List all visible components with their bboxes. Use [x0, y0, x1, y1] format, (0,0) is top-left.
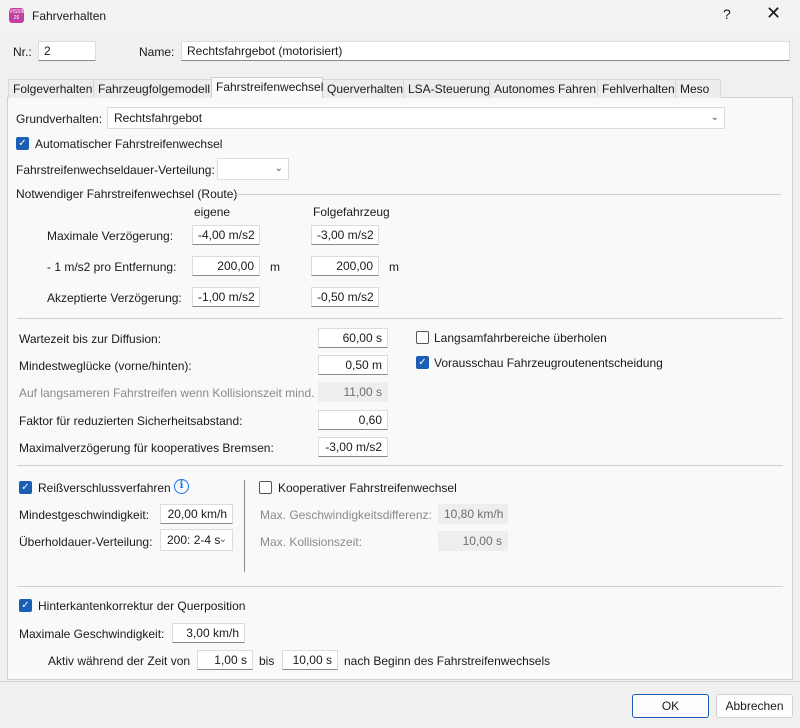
wartezeit-label: Wartezeit bis zur Diffusion: — [19, 332, 162, 346]
wartezeit-field[interactable]: 60,00 s — [318, 328, 388, 348]
name-label: Name: — [139, 45, 175, 59]
close-button[interactable]: ✕ — [766, 3, 781, 24]
kollisionszeit-field: 10,00 s — [438, 531, 508, 551]
akzeptierte-verzoegerung-label: Akzeptierte Verzögerung: — [47, 291, 182, 305]
geschw-differenz-field: 10,80 km/h — [438, 504, 508, 524]
separator — [17, 465, 783, 466]
name-field[interactable]: Rechtsfahrgebot (motorisiert) — [181, 41, 790, 61]
kollisionszeit-label: Max. Kollisionszeit: — [260, 535, 363, 549]
nr-label: Nr.: — [13, 45, 32, 59]
entfernung-eigene-field[interactable]: 200,00 — [192, 256, 260, 276]
tab-fehlverhalten[interactable]: Fehlverhalten — [597, 79, 676, 98]
chevron-down-icon: ⌄ — [710, 112, 719, 123]
grundverhalten-select[interactable]: Rechtsfahrgebot ⌄ — [107, 107, 725, 129]
chevron-down-icon: ⌄ — [274, 163, 283, 174]
dauer-verteilung-select[interactable]: ⌄ — [217, 158, 289, 180]
sicherheitsabstand-field[interactable]: 0,60 — [318, 410, 388, 430]
tab-lsa-steuerung[interactable]: LSA-Steuerung — [403, 79, 490, 98]
separator — [17, 318, 783, 319]
geschw-differenz-label: Max. Geschwindigkeitsdifferenz: — [260, 508, 432, 522]
langsamer-fahrstreifen-field: 11,00 s — [318, 382, 388, 402]
chevron-down-icon: ⌄ — [218, 534, 227, 545]
aktiv-von-field[interactable]: 1,00 s — [197, 650, 253, 670]
entfernung-eigene-unit: m — [270, 260, 280, 274]
auto-lane-change-checkbox[interactable]: ✓ — [16, 137, 29, 150]
sicherheitsabstand-label: Faktor für reduzierten Sicherheitsabstan… — [19, 414, 243, 428]
kooperativ-label: Kooperativer Fahrstreifenwechsel — [278, 481, 457, 495]
grundverhalten-value: Rechtsfahrgebot — [114, 111, 203, 125]
ueberholdauer-select[interactable]: 200: 2-4 s ⌄ — [160, 529, 233, 551]
koop-bremsen-field[interactable]: -3,00 m/s2 — [318, 437, 388, 457]
auto-lane-change-label: Automatischer Fahrstreifenwechsel — [35, 137, 223, 151]
kooperativ-checkbox[interactable] — [259, 481, 272, 494]
max-geschwindigkeit-label: Maximale Geschwindigkeit: — [19, 627, 165, 641]
max-verzoegerung-eigene-field[interactable]: -4,00 m/s2 — [192, 225, 260, 245]
tab-meso[interactable]: Meso — [675, 79, 721, 98]
mindestweglucke-label: Mindestweglücke (vorne/hinten): — [19, 359, 192, 373]
koop-bremsen-label: Maximalverzögerung für kooperatives Brem… — [19, 441, 274, 455]
akzeptierte-verzoegerung-folge-field[interactable]: -0,50 m/s2 — [311, 287, 379, 307]
hinterkante-checkbox[interactable]: ✓ — [19, 599, 32, 612]
aktiv-bis-field[interactable]: 10,00 s — [282, 650, 338, 670]
app-logo-icon: VISSIM 26 — [9, 8, 26, 23]
grundverhalten-label: Grundverhalten: — [16, 112, 103, 126]
col-folgefahrzeug-label: Folgefahrzeug — [313, 205, 390, 219]
ueberholen-label: Langsamfahrbereiche überholen — [434, 331, 607, 345]
info-icon[interactable]: i — [174, 479, 189, 494]
tab-fahrstreifenwechsel[interactable]: Fahrstreifenwechsel — [211, 77, 323, 98]
ueberholen-checkbox[interactable] — [416, 331, 429, 344]
col-eigene-label: eigene — [194, 205, 231, 219]
mindestgeschwindigkeit-label: Mindestgeschwindigkeit: — [19, 508, 150, 522]
reissverschluss-label: Reißverschlussverfahren — [38, 481, 171, 495]
akzeptierte-verzoegerung-eigene-field[interactable]: -1,00 m/s2 — [192, 287, 260, 307]
route-group-line — [236, 194, 781, 195]
max-verzoegerung-label: Maximale Verzögerung: — [47, 229, 174, 243]
tab-querverhalten[interactable]: Querverhalten — [322, 79, 404, 98]
separator — [17, 586, 783, 587]
langsamer-fahrstreifen-label: Auf langsameren Fahrstreifen wenn Kollis… — [19, 386, 315, 400]
nr-field[interactable]: 2 — [38, 41, 96, 61]
aktiv-label: Aktiv während der Zeit von — [48, 654, 191, 668]
tab-fahrzeugfolgemodell[interactable]: Fahrzeugfolgemodell — [93, 79, 212, 98]
mindestweglucke-field[interactable]: 0,50 m — [318, 355, 388, 375]
max-verzoegerung-folge-field[interactable]: -3,00 m/s2 — [311, 225, 379, 245]
ueberholdauer-value: 200: 2-4 s — [167, 533, 221, 547]
ueberholdauer-label: Überholdauer-Verteilung: — [19, 535, 153, 549]
nach-beginn-label: nach Beginn des Fahrstreifenwechsels — [344, 654, 551, 668]
window-title: Fahrverhalten — [32, 9, 107, 23]
hinterkante-label: Hinterkantenkorrektur der Querposition — [38, 599, 246, 613]
entfernung-label: - 1 m/s2 pro Entfernung: — [47, 260, 177, 274]
dauer-verteilung-label: Fahrstreifenwechseldauer-Verteilung: — [16, 163, 215, 177]
title-bar — [0, 0, 800, 32]
mindestgeschwindigkeit-field[interactable]: 20,00 km/h — [160, 504, 233, 524]
tab-folgeverhalten[interactable]: Folgeverhalten — [8, 79, 94, 98]
cancel-button[interactable]: Abbrechen — [716, 694, 793, 718]
help-button[interactable]: ? — [723, 6, 731, 22]
max-geschwindigkeit-field[interactable]: 3,00 km/h — [172, 623, 245, 643]
bis-label: bis — [259, 654, 275, 668]
route-group-label: Notwendiger Fahrstreifenwechsel (Route) — [16, 187, 238, 201]
vorausschau-checkbox[interactable]: ✓ — [416, 356, 429, 369]
tab-autonomes-fahren[interactable]: Autonomes Fahren — [489, 79, 598, 98]
vertical-separator — [244, 480, 245, 572]
ok-button[interactable]: OK — [632, 694, 709, 718]
reissverschluss-checkbox[interactable]: ✓ — [19, 481, 32, 494]
entfernung-folge-unit: m — [389, 260, 399, 274]
vorausschau-label: Vorausschau Fahrzeugroutenentscheidung — [434, 356, 663, 370]
entfernung-folge-field[interactable]: 200,00 — [311, 256, 379, 276]
